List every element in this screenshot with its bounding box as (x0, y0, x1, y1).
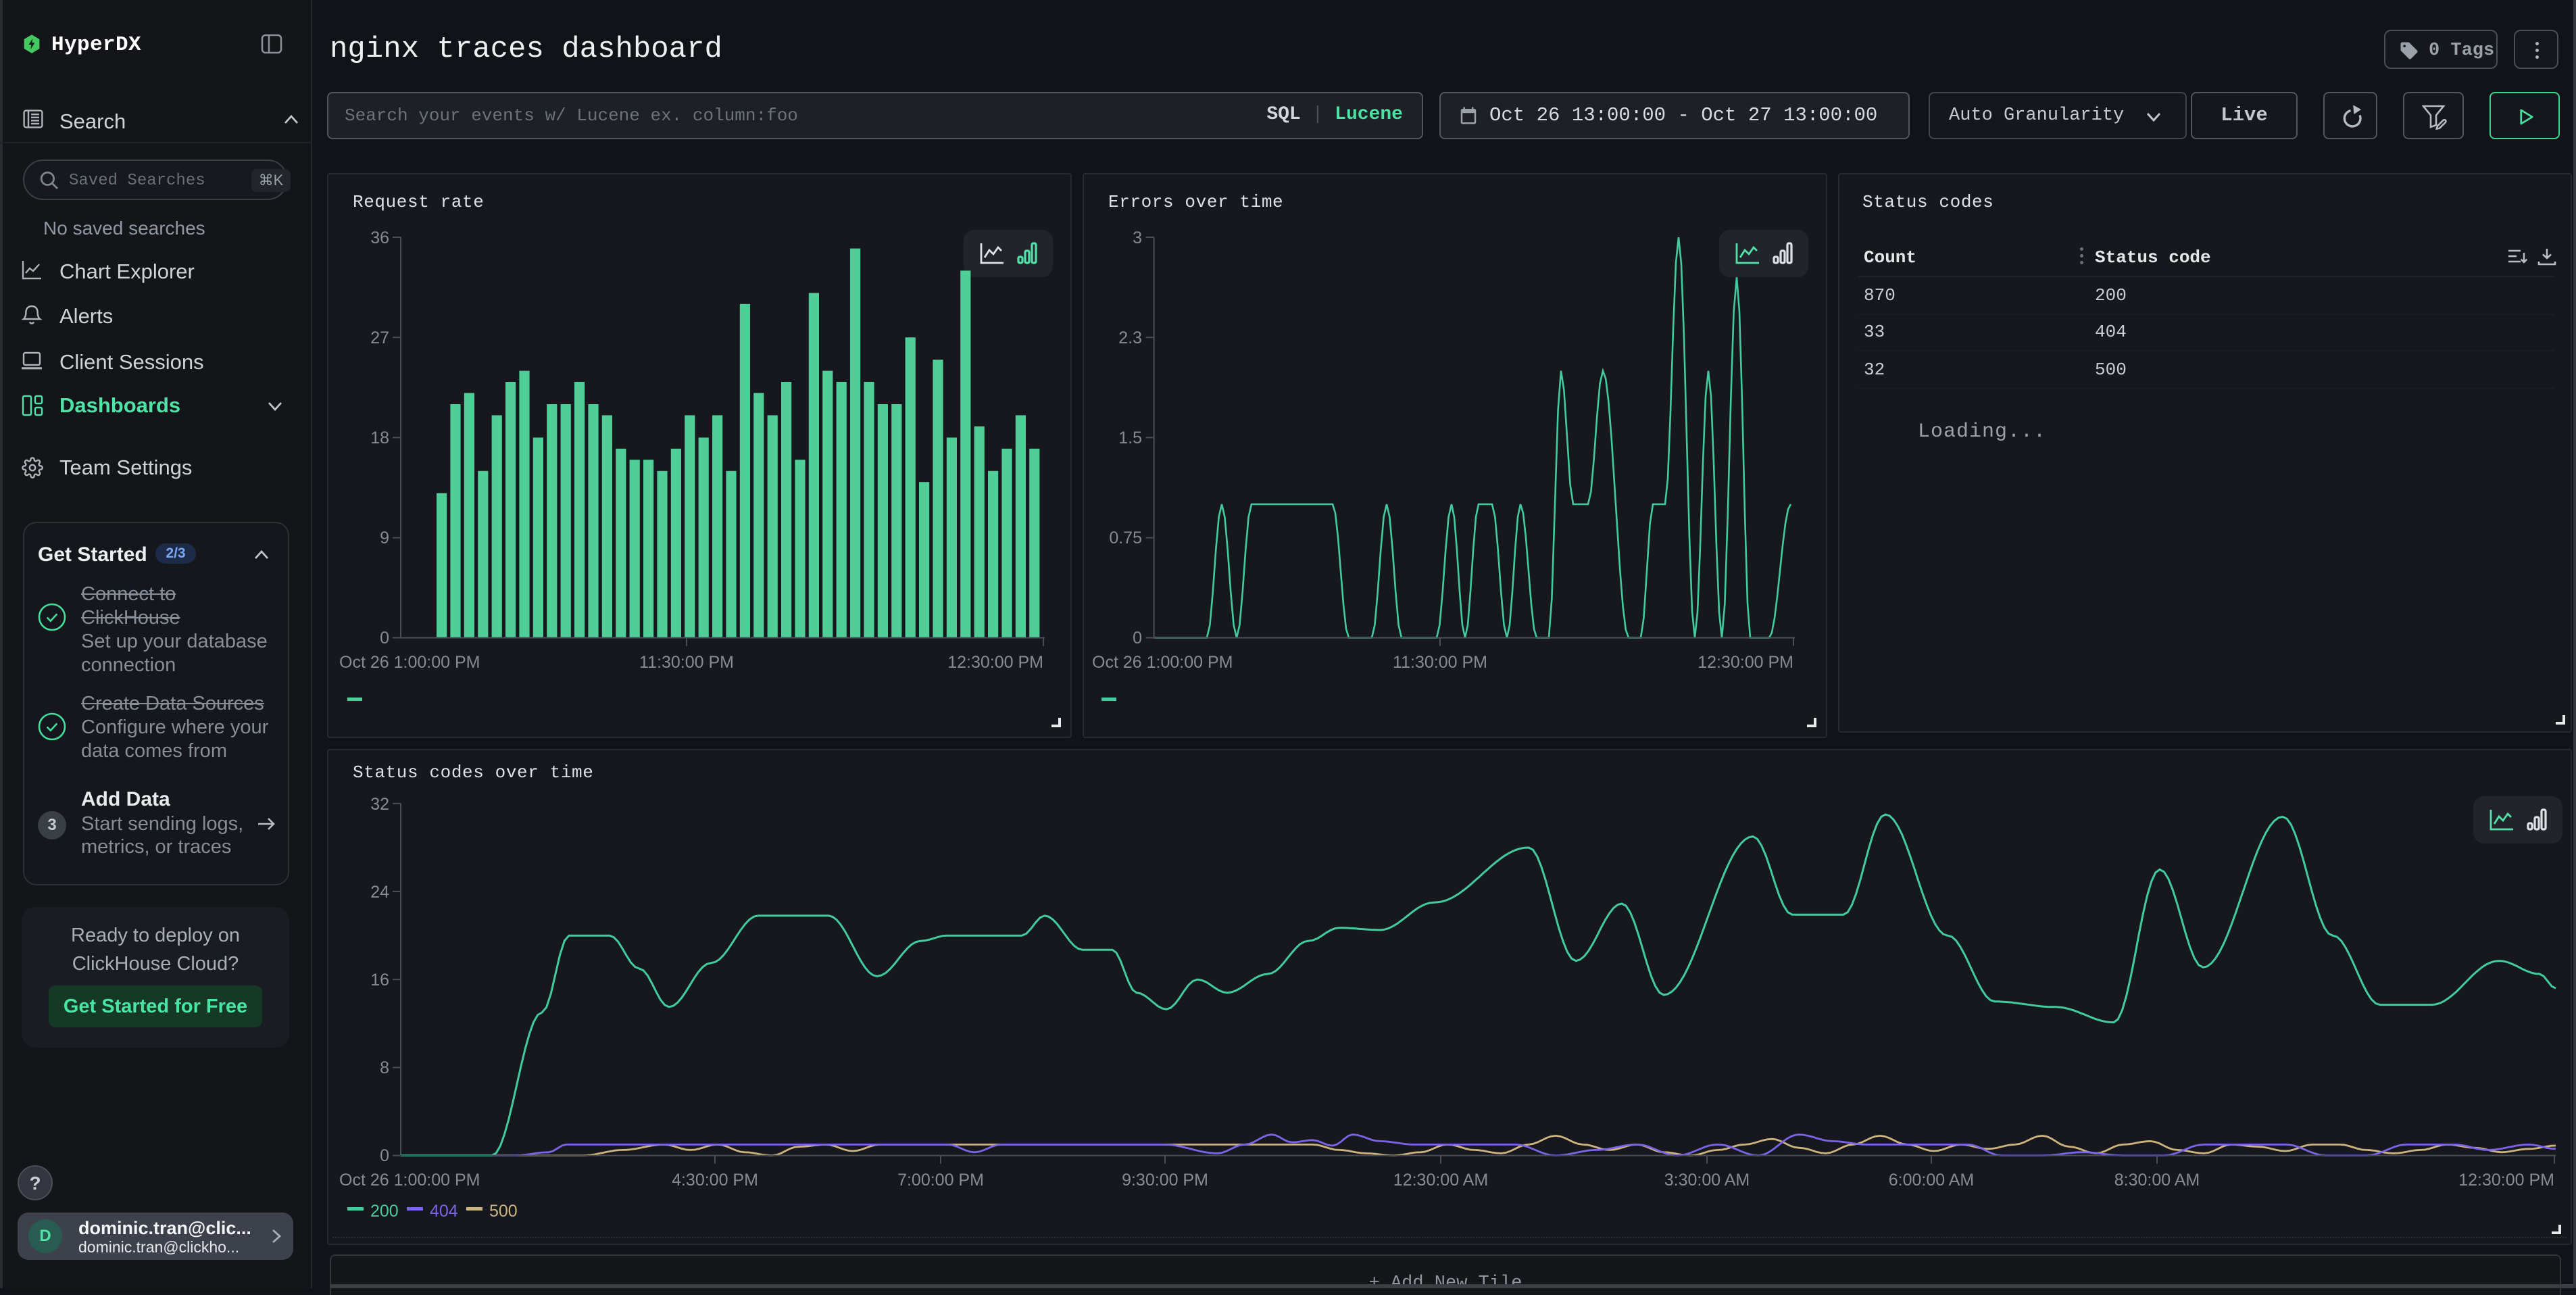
svg-text:12:30:00 AM: 12:30:00 AM (1393, 1171, 1488, 1190)
svg-text:27: 27 (370, 328, 389, 347)
svg-text:32: 32 (370, 795, 389, 814)
svg-text:0: 0 (380, 629, 389, 648)
svg-text:3: 3 (1133, 228, 1142, 247)
svg-text:0.75: 0.75 (1109, 529, 1142, 547)
svg-text:500: 500 (489, 1202, 518, 1221)
svg-text:9:30:00 PM: 9:30:00 PM (1122, 1171, 1208, 1190)
svg-text:7:00:00 PM: 7:00:00 PM (897, 1171, 984, 1190)
svg-text:11:30:00 PM: 11:30:00 PM (1393, 653, 1487, 672)
svg-text:16: 16 (370, 971, 389, 989)
svg-text:12:30:00 PM: 12:30:00 PM (1698, 653, 1793, 672)
svg-text:1.5: 1.5 (1118, 429, 1142, 447)
svg-text:6:00:00 AM: 6:00:00 AM (1889, 1171, 1974, 1190)
svg-text:2.3: 2.3 (1118, 328, 1142, 347)
svg-text:8: 8 (380, 1058, 389, 1077)
svg-text:0: 0 (1133, 629, 1142, 648)
svg-text:3:30:00 AM: 3:30:00 AM (1664, 1171, 1750, 1190)
svg-text:12:30:00 PM: 12:30:00 PM (947, 653, 1043, 672)
svg-text:200: 200 (370, 1202, 399, 1221)
svg-text:404: 404 (430, 1202, 458, 1221)
svg-text:12:30:00 PM: 12:30:00 PM (2458, 1171, 2554, 1190)
svg-text:18: 18 (370, 429, 389, 447)
svg-text:8:30:00 AM: 8:30:00 AM (2114, 1171, 2200, 1190)
svg-text:0: 0 (380, 1146, 389, 1165)
svg-text:Oct 26 1:00:00 PM: Oct 26 1:00:00 PM (339, 653, 480, 672)
svg-text:Oct 26 1:00:00 PM: Oct 26 1:00:00 PM (339, 1171, 480, 1190)
svg-text:4:30:00 PM: 4:30:00 PM (672, 1171, 758, 1190)
svg-text:Oct 26 1:00:00 PM: Oct 26 1:00:00 PM (1092, 653, 1233, 672)
svg-text:36: 36 (370, 228, 389, 247)
svg-text:24: 24 (370, 883, 389, 902)
svg-text:9: 9 (380, 529, 389, 547)
svg-text:11:30:00 PM: 11:30:00 PM (639, 653, 734, 672)
